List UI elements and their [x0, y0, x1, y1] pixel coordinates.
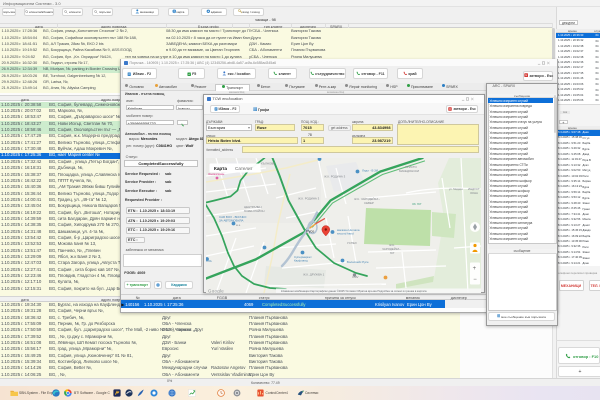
svg-text:Google: Google [208, 288, 224, 293]
svg-text:Ж.К. РОДИНА 3: Ж.К. РОДИНА 3 [298, 196, 320, 200]
svg-text:ЗОНА: ЗОНА [470, 191, 478, 195]
svg-text:Русе: Русе [306, 229, 314, 233]
svg-text:Лидл - В ЗИ: Лидл - В ЗИ [362, 168, 378, 172]
svg-text:Ж.К. ДРУЖБА 1: Ж.К. ДРУЖБА 1 [303, 272, 325, 276]
svg-text:Болнспейс Русе: Болнспейс Русе [347, 260, 369, 264]
svg-text:second hand: second hand [337, 231, 354, 235]
svg-text:Карта: Карта [214, 166, 227, 171]
svg-text:Сателит: Сателит [235, 166, 254, 171]
svg-text:УСПЕХ: УСПЕХ [347, 241, 357, 245]
svg-text:Кауфланд: Кауфланд [294, 258, 308, 262]
svg-text:КЪЛНОВЕ: КЪЛНОВЕ [261, 161, 275, 165]
svg-text:ж.к.: ж.к. [236, 223, 241, 227]
svg-text:СЕВЕР: СЕВЕР [364, 201, 374, 205]
svg-text:+: + [472, 266, 476, 272]
svg-text:ул. Мадара: ул. Мадара [449, 187, 463, 191]
svg-text:МАКЕДОНСКИ: МАКЕДОНСКИ [399, 169, 419, 173]
svg-text:Ж.К. РОДИНА 3: Ж.К. РОДИНА 3 [324, 174, 346, 178]
svg-text:ЮГ: ЮГ [390, 251, 395, 255]
svg-text:ЗА АВТОМОБИЛА: ЗА АВТОМОБИЛА [219, 218, 244, 222]
svg-text:−: − [473, 277, 477, 283]
svg-text:Зоомагазин: Зоомагазин [208, 172, 225, 176]
svg-text:ЮЖЕН РАЙОН: ЮЖЕН РАЙОН [244, 209, 264, 213]
svg-text:Клавишни комбинации Картог: Клавишни комбинации Картографски данни ©… [281, 289, 427, 293]
svg-text:ЗЗ. ЮГ: ЗЗ. ЮГ [412, 202, 422, 206]
